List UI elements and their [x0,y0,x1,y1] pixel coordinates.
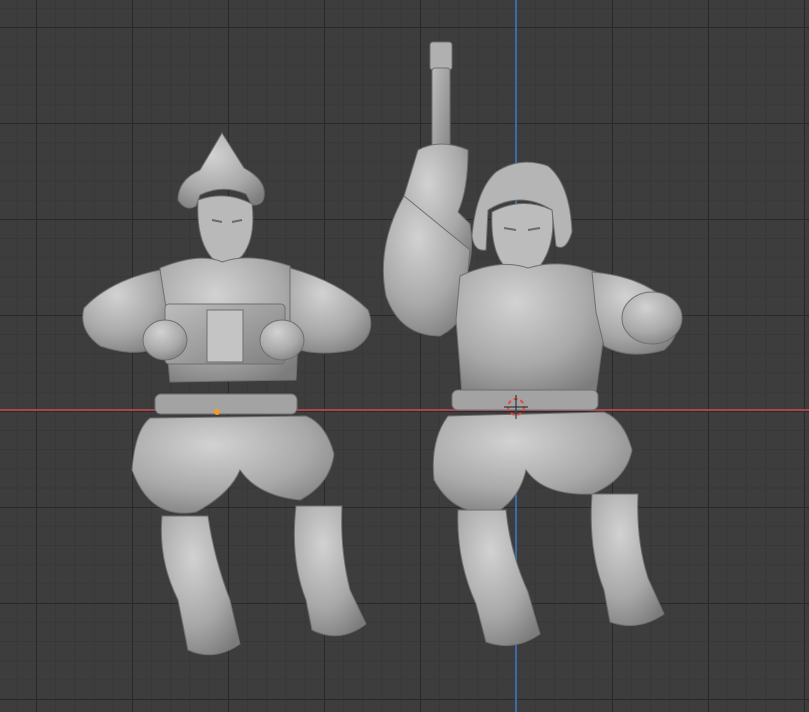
3d-cursor-icon[interactable] [504,395,528,419]
pilot-figure-left[interactable] [82,132,372,656]
pilot-figure-right[interactable] [382,41,683,647]
scene-models[interactable] [0,0,809,712]
3d-viewport[interactable] [0,0,809,712]
object-origin-icon [214,409,220,415]
